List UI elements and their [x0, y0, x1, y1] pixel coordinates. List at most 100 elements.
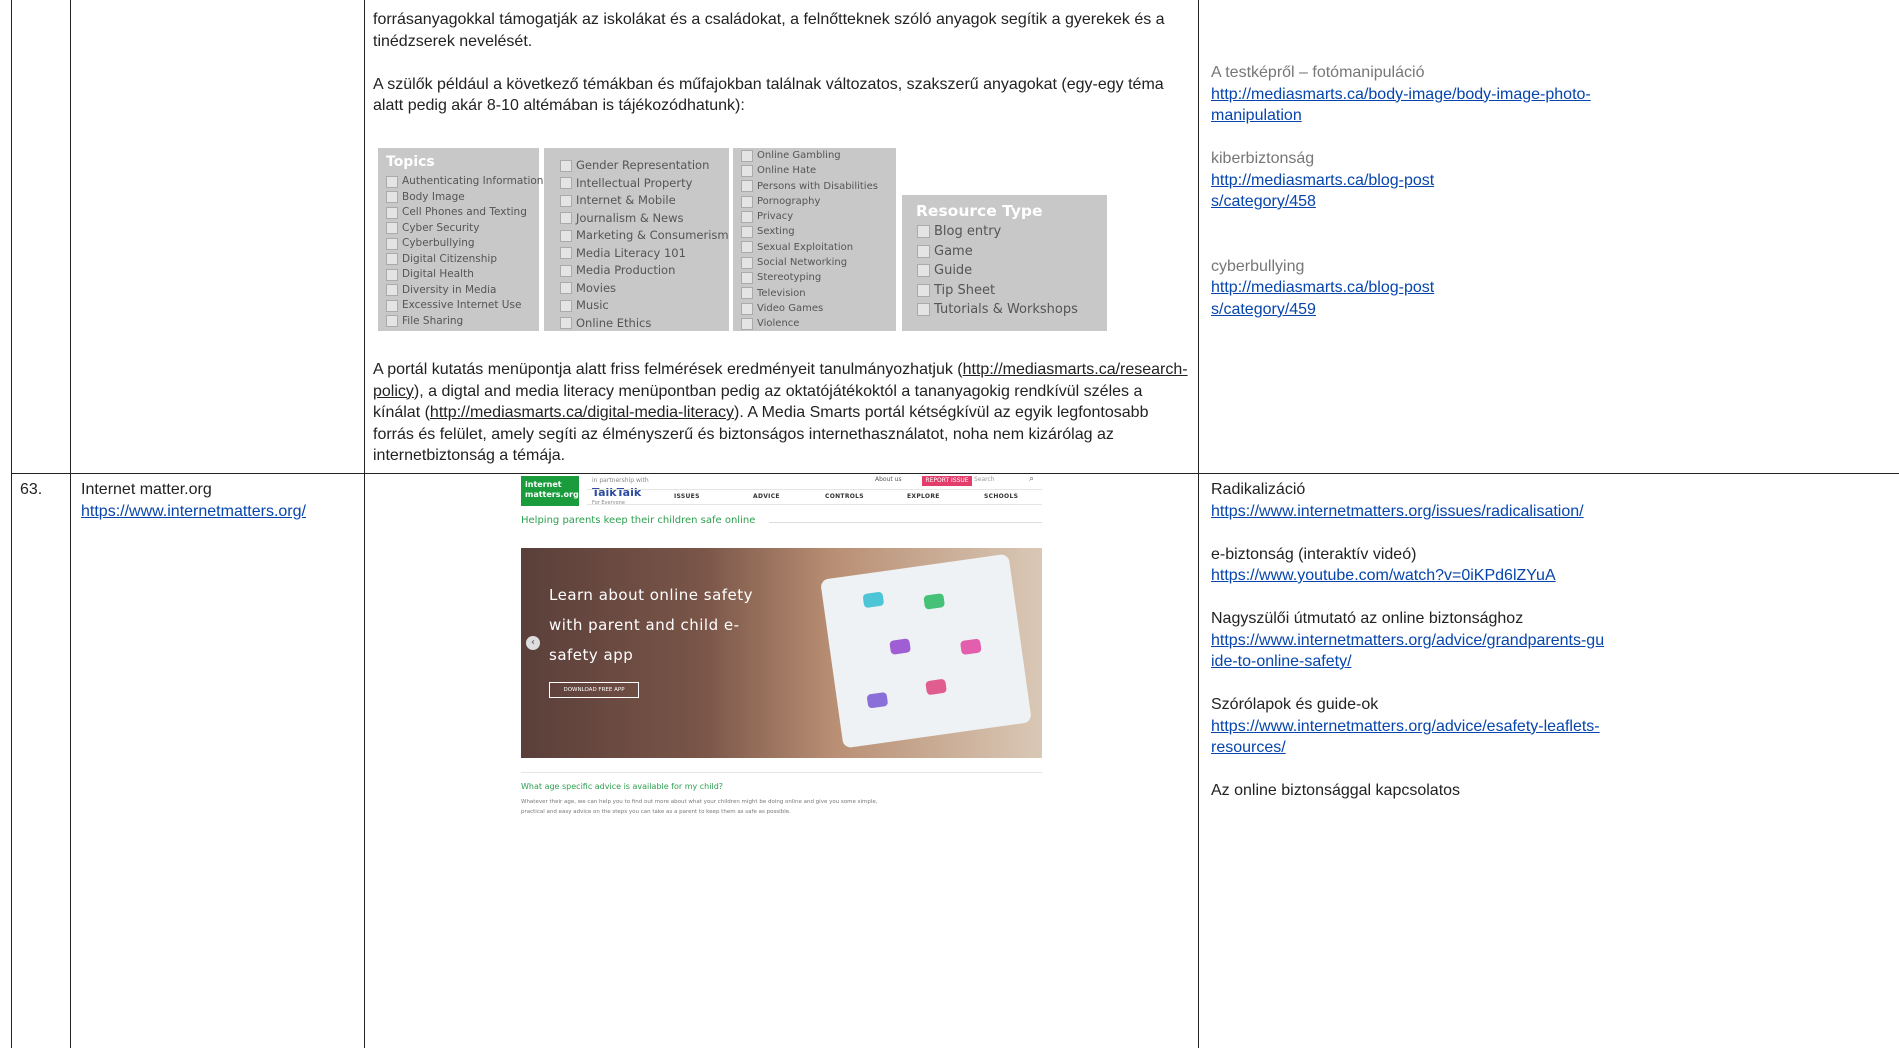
topic-checkbox-item[interactable]: File Sharing	[386, 314, 543, 330]
checkbox-icon[interactable]	[560, 177, 572, 190]
resource-link[interactable]: http://mediasmarts.ca/body-image/body-im…	[1211, 84, 1591, 127]
topic-checkbox-item[interactable]: Online Ethics	[560, 315, 729, 333]
topic-checkbox-item[interactable]: Game	[917, 242, 1078, 262]
checkbox-icon[interactable]	[560, 264, 572, 277]
about-us-link[interactable]: About us	[875, 476, 902, 483]
topic-checkbox-item[interactable]: Television	[741, 286, 878, 301]
checkbox-icon[interactable]	[741, 287, 753, 300]
logo-line-1: internet	[525, 480, 562, 489]
topic-checkbox-item[interactable]: Body Image	[386, 190, 543, 206]
topic-checkbox-item[interactable]: Internet & Mobile	[560, 192, 729, 210]
site-search-input[interactable]: Search	[974, 476, 995, 483]
report-issue-button[interactable]: REPORT ISSUE	[922, 476, 972, 486]
checkbox-icon[interactable]	[386, 222, 398, 235]
resource-link-text[interactable]: http://mediasmarts.ca/blog-posts/categor…	[1211, 172, 1434, 211]
resource-link-text[interactable]: https://www.youtube.com/watch?v=0iKPd6lZ…	[1211, 567, 1556, 584]
topic-checkbox-item[interactable]: Online Hate	[741, 163, 878, 178]
topic-checkbox-item[interactable]: Media Production	[560, 262, 729, 280]
topic-checkbox-item[interactable]: Online Gambling	[741, 148, 878, 163]
topic-checkbox-item[interactable]: Digital Health	[386, 267, 543, 283]
topic-checkbox-item[interactable]: Movies	[560, 280, 729, 298]
checkbox-icon[interactable]	[917, 283, 930, 297]
site-name: Internet matter.org	[81, 481, 212, 498]
checkbox-icon[interactable]	[560, 194, 572, 207]
site-url-link[interactable]: https://www.internetmatters.org/	[81, 503, 306, 520]
checkbox-icon[interactable]	[560, 159, 572, 172]
topic-checkbox-item[interactable]: Authenticating Information	[386, 174, 543, 190]
checkbox-icon[interactable]	[917, 264, 930, 278]
topic-checkbox-item[interactable]: Cyberbullying	[386, 236, 543, 252]
checkbox-icon[interactable]	[741, 317, 753, 330]
topic-checkbox-item[interactable]: Blog entry	[917, 222, 1078, 242]
menu-controls[interactable]: CONTROLS	[825, 493, 864, 500]
topic-checkbox-item[interactable]: Guide	[917, 261, 1078, 281]
checkbox-icon[interactable]	[917, 244, 930, 258]
checkbox-icon[interactable]	[741, 149, 753, 162]
menu-schools[interactable]: SCHOOLS	[984, 493, 1018, 500]
topic-checkbox-item[interactable]: Gender Representation	[560, 157, 729, 175]
checkbox-icon[interactable]	[917, 303, 930, 317]
resource-link-text[interactable]: https://www.internetmatters.org/advice/g…	[1211, 632, 1604, 671]
search-icon[interactable]: ⌕	[1029, 474, 1034, 484]
carousel-prev-icon[interactable]: ‹	[526, 636, 540, 650]
download-app-button[interactable]: DOWNLOAD FREE APP	[549, 682, 639, 698]
checkbox-icon[interactable]	[386, 206, 398, 219]
table-border-col2	[364, 0, 365, 1048]
resource-link-text[interactable]: https://www.internetmatters.org/advice/e…	[1211, 718, 1600, 757]
checkbox-icon[interactable]	[560, 299, 572, 312]
menu-advice[interactable]: ADVICE	[753, 493, 780, 500]
topic-checkbox-item[interactable]: Tutorials & Workshops	[917, 300, 1078, 320]
checkbox-icon[interactable]	[741, 272, 753, 285]
topic-checkbox-item[interactable]: Violence	[741, 316, 878, 331]
checkbox-icon[interactable]	[741, 302, 753, 315]
checkbox-icon[interactable]	[741, 180, 753, 193]
topic-checkbox-item[interactable]: Excessive Internet Use	[386, 298, 543, 314]
menu-issues[interactable]: ISSUES	[674, 493, 700, 500]
topic-checkbox-item[interactable]: Digital Citizenship	[386, 252, 543, 268]
topic-checkbox-item[interactable]: Marketing & Consumerism	[560, 227, 729, 245]
checkbox-icon[interactable]	[741, 241, 753, 254]
checkbox-icon[interactable]	[560, 229, 572, 242]
checkbox-icon[interactable]	[560, 282, 572, 295]
checkbox-icon[interactable]	[560, 317, 572, 330]
menu-explore[interactable]: EXPLORE	[907, 493, 940, 500]
topic-checkbox-item[interactable]: Stereotyping	[741, 270, 878, 285]
topic-checkbox-item[interactable]: Tip Sheet	[917, 281, 1078, 301]
resource-entry: kiberbiztonság http://mediasmarts.ca/blo…	[1211, 148, 1891, 213]
topic-checkbox-item[interactable]: Sexting	[741, 224, 878, 239]
checkbox-icon[interactable]	[741, 256, 753, 269]
topic-checkbox-item[interactable]: Persons with Disabilities	[741, 179, 878, 194]
topic-checkbox-item[interactable]: Journalism & News	[560, 210, 729, 228]
topic-checkbox-item[interactable]: Music	[560, 297, 729, 315]
checkbox-icon[interactable]	[386, 191, 398, 204]
checkbox-icon[interactable]	[741, 164, 753, 177]
topic-checkbox-item[interactable]: Media Literacy 101	[560, 245, 729, 263]
topic-checkbox-item[interactable]: Intellectual Property	[560, 175, 729, 193]
checkbox-icon[interactable]	[386, 237, 398, 250]
resource-link-text[interactable]: https://www.internetmatters.org/issues/r…	[1211, 503, 1584, 520]
checkbox-icon[interactable]	[917, 225, 930, 239]
topic-checkbox-item[interactable]: Cyber Security	[386, 221, 543, 237]
resource-link-text[interactable]: http://mediasmarts.ca/body-image/body-im…	[1211, 86, 1591, 125]
checkbox-icon[interactable]	[386, 268, 398, 281]
checkbox-icon[interactable]	[741, 226, 753, 239]
checkbox-icon[interactable]	[741, 195, 753, 208]
digital-media-literacy-link[interactable]: http://mediasmarts.ca/digital-media-lite…	[430, 404, 734, 421]
checkbox-icon[interactable]	[560, 212, 572, 225]
topic-checkbox-item[interactable]: Social Networking	[741, 255, 878, 270]
checkbox-icon[interactable]	[741, 210, 753, 223]
checkbox-icon[interactable]	[386, 253, 398, 266]
checkbox-icon[interactable]	[386, 284, 398, 297]
checkbox-icon[interactable]	[560, 247, 572, 260]
checkbox-icon[interactable]	[386, 175, 398, 188]
topic-checkbox-item[interactable]: Privacy	[741, 209, 878, 224]
row-top-description-end: A portál kutatás menüpontja alatt friss …	[373, 359, 1188, 467]
topic-checkbox-item[interactable]: Diversity in Media	[386, 283, 543, 299]
topic-checkbox-item[interactable]: Pornography	[741, 194, 878, 209]
topic-checkbox-item[interactable]: Sexual Exploitation	[741, 240, 878, 255]
checkbox-icon[interactable]	[386, 315, 398, 328]
topic-checkbox-item[interactable]: Video Games	[741, 301, 878, 316]
topic-checkbox-item[interactable]: Cell Phones and Texting	[386, 205, 543, 221]
resource-link-text[interactable]: http://mediasmarts.ca/blog-posts/categor…	[1211, 279, 1434, 318]
checkbox-icon[interactable]	[386, 299, 398, 312]
